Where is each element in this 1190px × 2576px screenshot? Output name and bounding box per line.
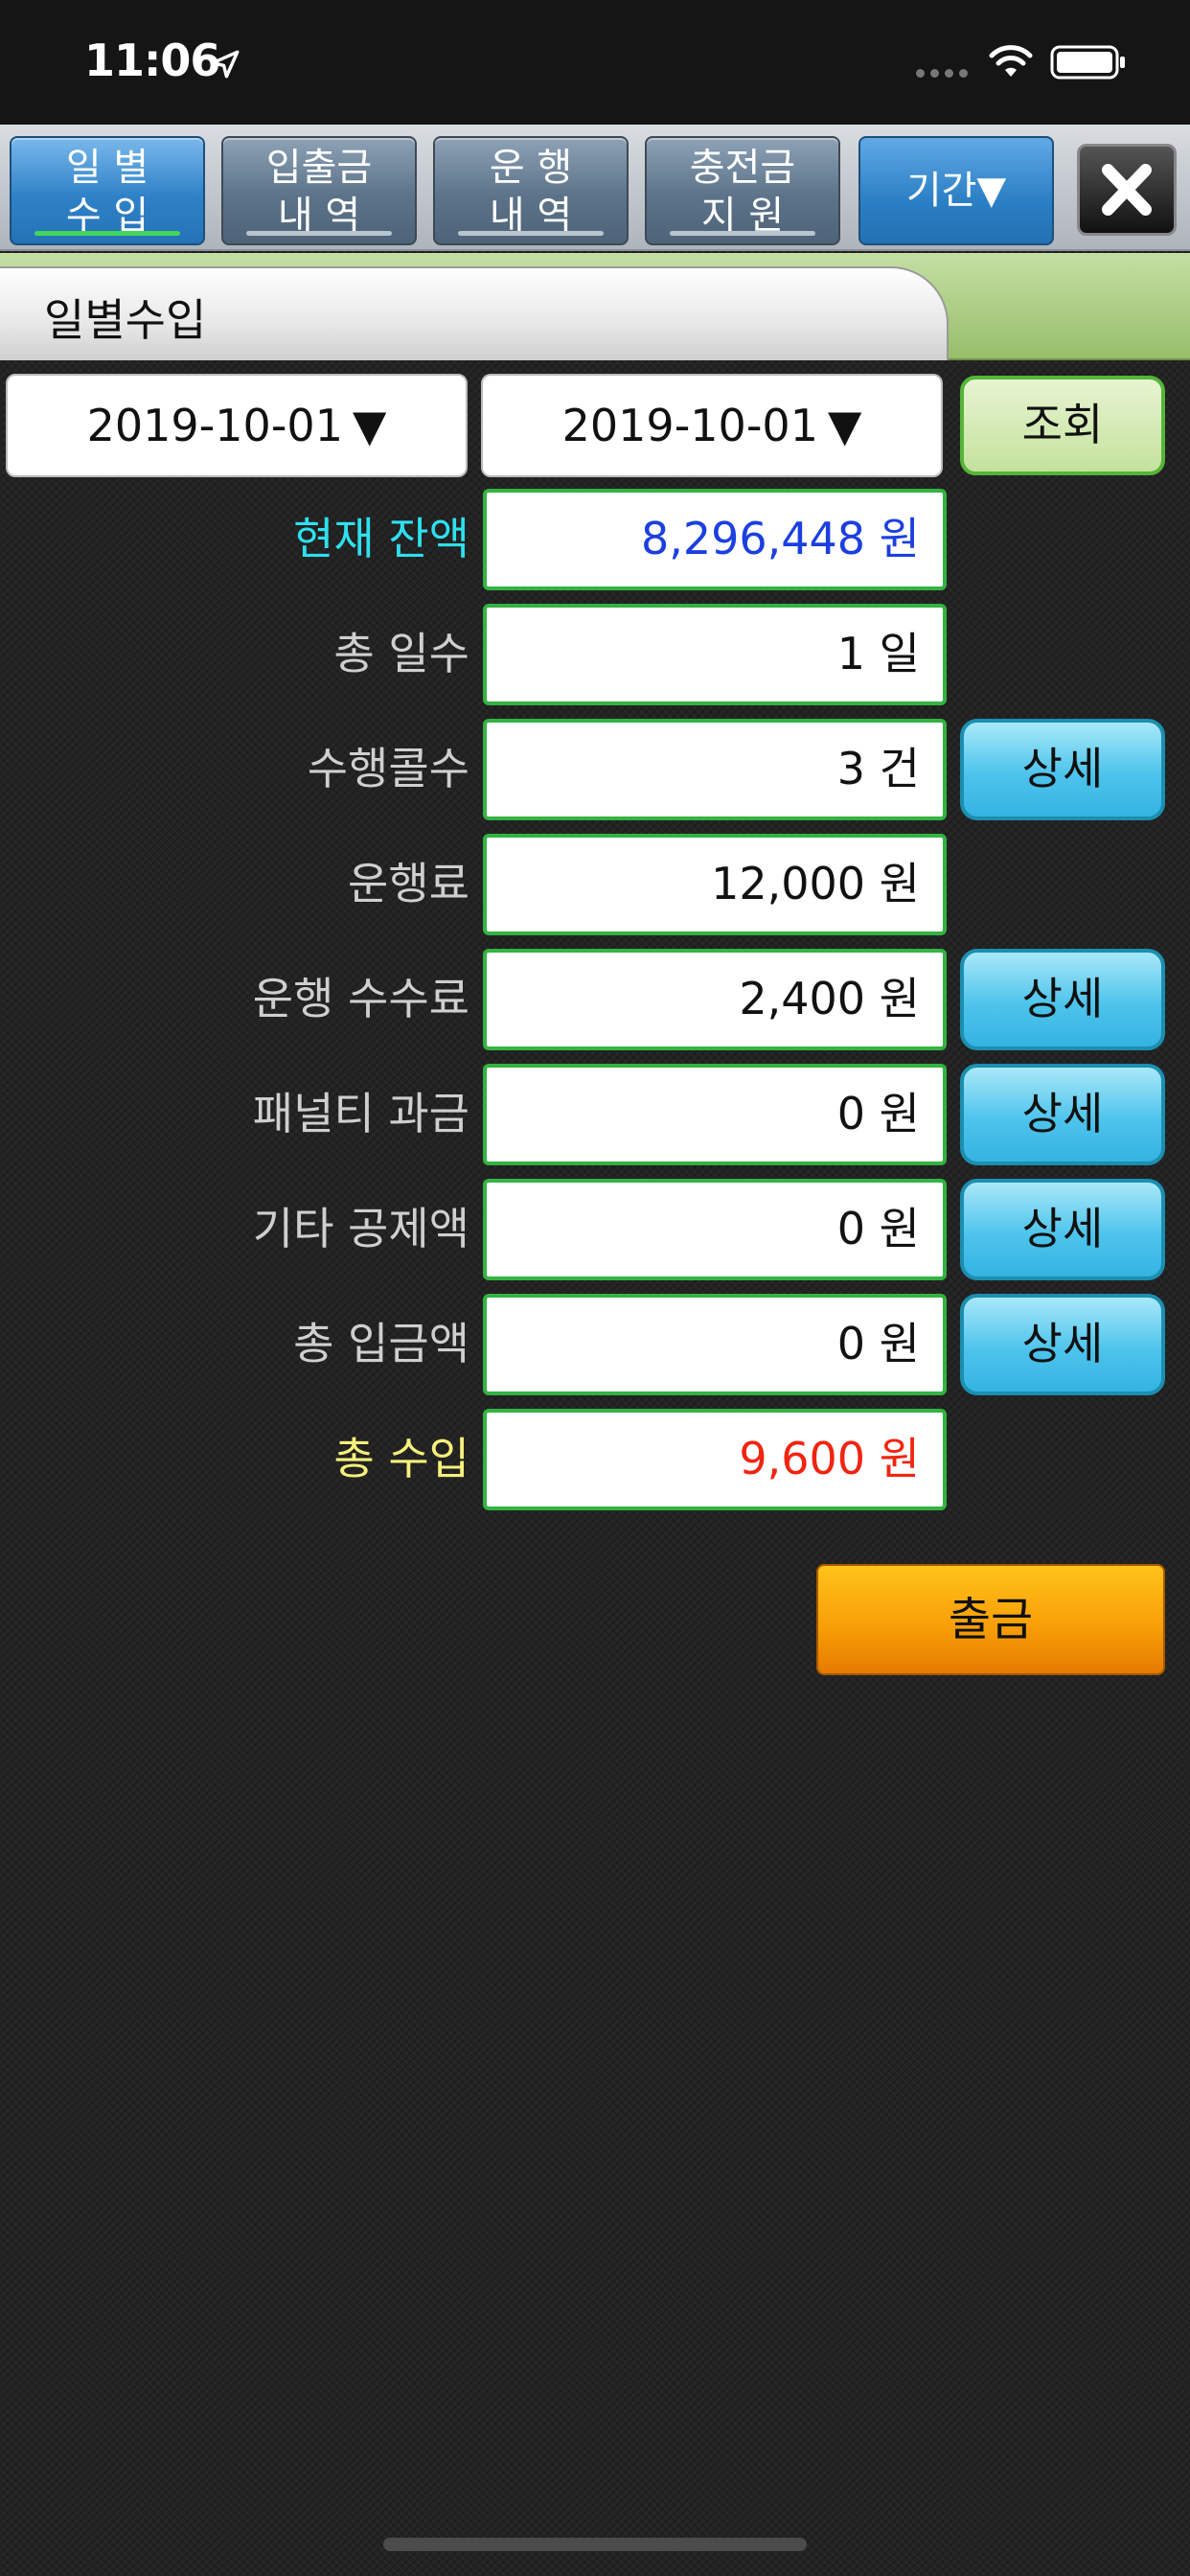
other-deduction-detail-button[interactable]: 상세 xyxy=(960,1179,1165,1280)
tab-active-indicator xyxy=(34,231,180,236)
fare-value: 12,000 원 xyxy=(483,834,947,935)
other-deduction-value: 0 원 xyxy=(483,1179,947,1280)
home-indicator[interactable] xyxy=(383,2538,807,2551)
battery-icon xyxy=(1050,45,1125,80)
current-balance-label: 현재 잔액 xyxy=(293,513,469,564)
withdraw-button[interactable]: 출금 xyxy=(816,1564,1165,1675)
period-dropdown-button[interactable]: 기간▼ xyxy=(858,136,1054,245)
fare-label: 운행료 xyxy=(348,858,469,909)
dropdown-arrow-icon: ▼ xyxy=(352,400,387,451)
penalty-detail-button[interactable]: 상세 xyxy=(960,1064,1165,1165)
total-deposit-label: 총 입금액 xyxy=(293,1318,469,1369)
trip-fee-label: 운행 수수료 xyxy=(252,973,469,1024)
calls-count-value: 3 건 xyxy=(483,719,947,820)
total-deposit-value: 0 원 xyxy=(483,1294,947,1395)
wifi-icon xyxy=(989,45,1033,77)
tab-indicator xyxy=(670,231,815,236)
signal-dots-icon xyxy=(916,69,968,78)
tab-label-line1: 운 행 xyxy=(489,146,573,190)
current-balance-value: 8,296,448 원 xyxy=(483,489,947,590)
start-date-value: 2019-10-01 xyxy=(86,400,343,451)
calls-detail-button[interactable]: 상세 xyxy=(960,719,1165,820)
trip-fee-value: 2,400 원 xyxy=(483,949,947,1050)
total-deposit-detail-button[interactable]: 상세 xyxy=(960,1294,1165,1395)
total-income-label: 총 수입 xyxy=(333,1433,469,1484)
status-bar: 11:06 xyxy=(0,0,1190,125)
dropdown-arrow-icon: ▼ xyxy=(827,400,862,451)
total-income-value: 9,600 원 xyxy=(483,1409,947,1510)
tab-label-line1: 입출금 xyxy=(265,146,373,190)
calls-count-label: 수행콜수 xyxy=(307,743,469,794)
tab-indicator xyxy=(458,231,604,236)
section-title: 일별수입 xyxy=(44,294,207,346)
tab-deposit-withdrawal-history[interactable]: 입출금 내 역 xyxy=(221,136,417,245)
tab-label-line1: 일 별 xyxy=(65,146,149,190)
top-tab-bar: 일 별 수 입 입출금 내 역 운 행 내 역 충전금 지 원 기간▼ xyxy=(0,125,1190,251)
search-button[interactable]: 조회 xyxy=(960,376,1165,475)
status-time: 11:06 xyxy=(84,34,220,86)
tab-daily-income[interactable]: 일 별 수 입 xyxy=(10,136,205,245)
close-button[interactable] xyxy=(1077,144,1177,236)
penalty-label: 패널티 과금 xyxy=(252,1088,469,1139)
end-date-picker[interactable]: 2019-10-01 ▼ xyxy=(481,374,943,477)
tab-label-line1: 충전금 xyxy=(689,146,796,190)
total-days-label: 총 일수 xyxy=(333,628,469,679)
tab-trip-history[interactable]: 운 행 내 역 xyxy=(433,136,629,245)
close-x-icon xyxy=(1102,164,1152,216)
tab-indicator xyxy=(246,231,392,236)
total-days-value: 1 일 xyxy=(483,604,947,705)
end-date-value: 2019-10-01 xyxy=(561,400,818,451)
other-deduction-label: 기타 공제액 xyxy=(252,1203,469,1254)
start-date-picker[interactable]: 2019-10-01 ▼ xyxy=(6,374,468,477)
penalty-value: 0 원 xyxy=(483,1064,947,1165)
trip-fee-detail-button[interactable]: 상세 xyxy=(960,949,1165,1050)
location-arrow-icon xyxy=(211,50,240,79)
tab-charge-support[interactable]: 충전금 지 원 xyxy=(645,136,840,245)
